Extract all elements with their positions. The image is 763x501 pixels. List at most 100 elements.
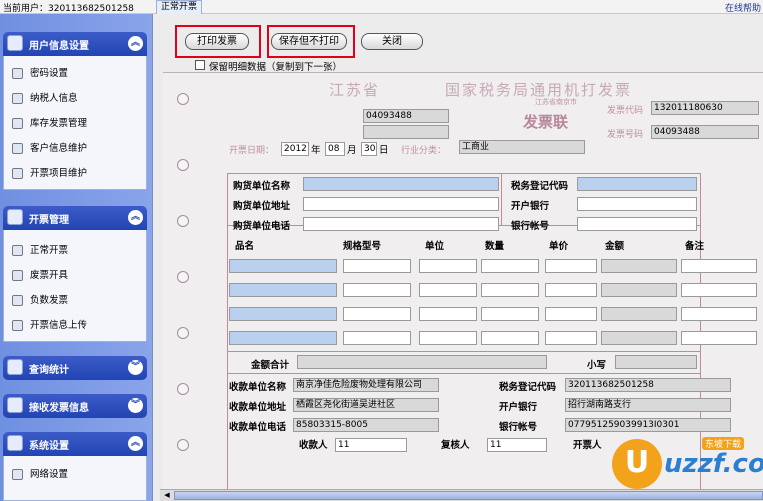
sidebar-item-customers[interactable]: 客户信息维护 — [10, 140, 142, 158]
month-unit: 月 — [347, 145, 357, 156]
sidebar-item-label: 正常开票 — [30, 245, 69, 256]
item-spec-input[interactable] — [343, 331, 411, 345]
sidebar-item-void-invoice[interactable]: 废票开具 — [10, 267, 142, 285]
tools-icon — [12, 118, 23, 129]
sidebar-item-network[interactable]: 网络设置 — [10, 466, 142, 484]
item-note-input[interactable] — [681, 307, 757, 321]
column-header: 金额 — [605, 241, 625, 252]
section-query[interactable]: 查询统计 ︾ — [3, 356, 147, 380]
expand-icon[interactable]: ︾ — [128, 398, 143, 413]
network-icon — [12, 469, 23, 480]
sidebar-item-password[interactable]: 密码设置 — [10, 65, 142, 83]
item-price-input[interactable] — [545, 307, 597, 321]
scroll-left-icon[interactable]: ◀ — [162, 491, 172, 500]
sidebar-item-taxpayer[interactable]: 纳税人信息 — [10, 90, 142, 108]
print-invoice-button[interactable]: 打印发票 — [185, 33, 249, 50]
issuer-label: 开票人 — [573, 440, 602, 451]
expand-icon[interactable]: ︾ — [128, 360, 143, 375]
reviewer-input[interactable]: 11 — [487, 438, 547, 452]
item-qty-input[interactable] — [481, 331, 539, 345]
section-system[interactable]: 系统设置 ︽ — [3, 432, 147, 456]
online-help-link[interactable]: 在线帮助 — [725, 1, 761, 14]
watermark-logo: U uzzf.com 东坡下载 — [612, 437, 763, 497]
payee-phone-field: 85803315-8005 — [293, 418, 439, 432]
sidebar-item-label: 纳税人信息 — [30, 93, 78, 104]
code-display-2 — [363, 125, 449, 139]
sidebar-item-upload[interactable]: 开票信息上传 — [10, 317, 142, 335]
item-qty-input[interactable] — [481, 283, 539, 297]
item-qty-input[interactable] — [481, 307, 539, 321]
keep-details-checkbox[interactable] — [195, 60, 205, 70]
buyer-account-label: 银行帐号 — [511, 221, 550, 232]
item-spec-input[interactable] — [343, 259, 411, 273]
sidebar-item-items[interactable]: 开票项目维护 — [10, 165, 142, 183]
province-title: 江苏省 — [329, 81, 381, 99]
invoice-form: 江苏省 国家税务局通用机打发票 江苏省南京市 发票联 04093488 发票代码… — [163, 72, 763, 501]
buyer-account-input[interactable] — [577, 217, 697, 231]
item-amount-field — [601, 331, 677, 345]
year-field[interactable]: 2012 — [281, 142, 309, 156]
payee-account-label: 银行帐号 — [499, 422, 538, 433]
total-lower-label: 小写 — [587, 360, 607, 371]
column-header: 备注 — [685, 241, 705, 252]
sidebar-item-normal-invoice[interactable]: 正常开票 — [10, 242, 142, 260]
binding-hole — [177, 159, 189, 171]
month-field[interactable]: 08 — [325, 142, 345, 156]
collapse-icon[interactable]: ︽ — [128, 436, 143, 451]
tab-normal-invoice[interactable]: 正常开票 — [156, 0, 203, 14]
item-price-input[interactable] — [545, 283, 597, 297]
buyer-phone-label: 购货单位电话 — [233, 221, 291, 232]
buyer-bank-input[interactable] — [577, 197, 697, 211]
item-unit-input[interactable] — [419, 283, 477, 297]
close-button[interactable]: 关闭 — [361, 33, 423, 50]
column-header: 数量 — [485, 241, 505, 252]
total-upper-field — [297, 355, 547, 369]
buyer-tax-label: 税务登记代码 — [511, 181, 569, 192]
item-price-input[interactable] — [545, 259, 597, 273]
section-user-settings[interactable]: 用户信息设置 ︽ — [3, 32, 147, 56]
buyer-address-input[interactable] — [303, 197, 499, 211]
item-unit-input[interactable] — [419, 259, 477, 273]
buyer-tax-input[interactable] — [577, 177, 697, 191]
item-spec-input[interactable] — [343, 283, 411, 297]
seal-sub: 发票联 — [523, 113, 569, 131]
column-header: 品名 — [235, 241, 255, 252]
buyer-phone-input[interactable] — [303, 217, 499, 231]
key-icon — [12, 68, 23, 79]
buyer-name-label: 购货单位名称 — [233, 181, 291, 192]
column-header: 单价 — [549, 241, 569, 252]
buyer-name-input[interactable] — [303, 177, 499, 191]
item-unit-input[interactable] — [419, 307, 477, 321]
item-name-input[interactable] — [229, 259, 337, 273]
payee-tax-field: 320113682501258 — [565, 378, 731, 392]
column-header: 单位 — [425, 241, 445, 252]
item-unit-input[interactable] — [419, 331, 477, 345]
item-spec-input[interactable] — [343, 307, 411, 321]
buyer-address-label: 购货单位地址 — [233, 201, 291, 212]
sidebar-item-stock[interactable]: 库存发票管理 — [10, 115, 142, 133]
item-name-input[interactable] — [229, 331, 337, 345]
save-no-print-button[interactable]: 保存但不打印 — [271, 33, 347, 50]
list-icon — [12, 168, 23, 179]
item-name-input[interactable] — [229, 283, 337, 297]
payee-name-label: 收款单位名称 — [229, 382, 287, 393]
cashier-input[interactable]: 11 — [335, 438, 407, 452]
item-qty-input[interactable] — [481, 259, 539, 273]
void-document-icon — [12, 270, 23, 281]
item-note-input[interactable] — [681, 283, 757, 297]
collapse-icon[interactable]: ︽ — [128, 36, 143, 51]
collapse-icon[interactable]: ︽ — [128, 210, 143, 225]
sidebar-item-negative-invoice[interactable]: 负数发票 — [10, 292, 142, 310]
item-name-input[interactable] — [229, 307, 337, 321]
section-receive[interactable]: 接收发票信息 ︾ — [3, 394, 147, 418]
payee-address-field: 栖霞区尧化街道吴进社区 — [293, 398, 439, 412]
item-note-input[interactable] — [681, 259, 757, 273]
sidebar-item-label: 开票项目维护 — [30, 168, 88, 179]
payee-tax-label: 税务登记代码 — [499, 382, 557, 393]
industry-label: 行业分类： — [401, 146, 447, 156]
section-invoice-management[interactable]: 开票管理 ︽ — [3, 206, 147, 230]
item-note-input[interactable] — [681, 331, 757, 345]
day-field[interactable]: 30 — [361, 142, 377, 156]
item-price-input[interactable] — [545, 331, 597, 345]
binding-hole — [177, 383, 189, 395]
